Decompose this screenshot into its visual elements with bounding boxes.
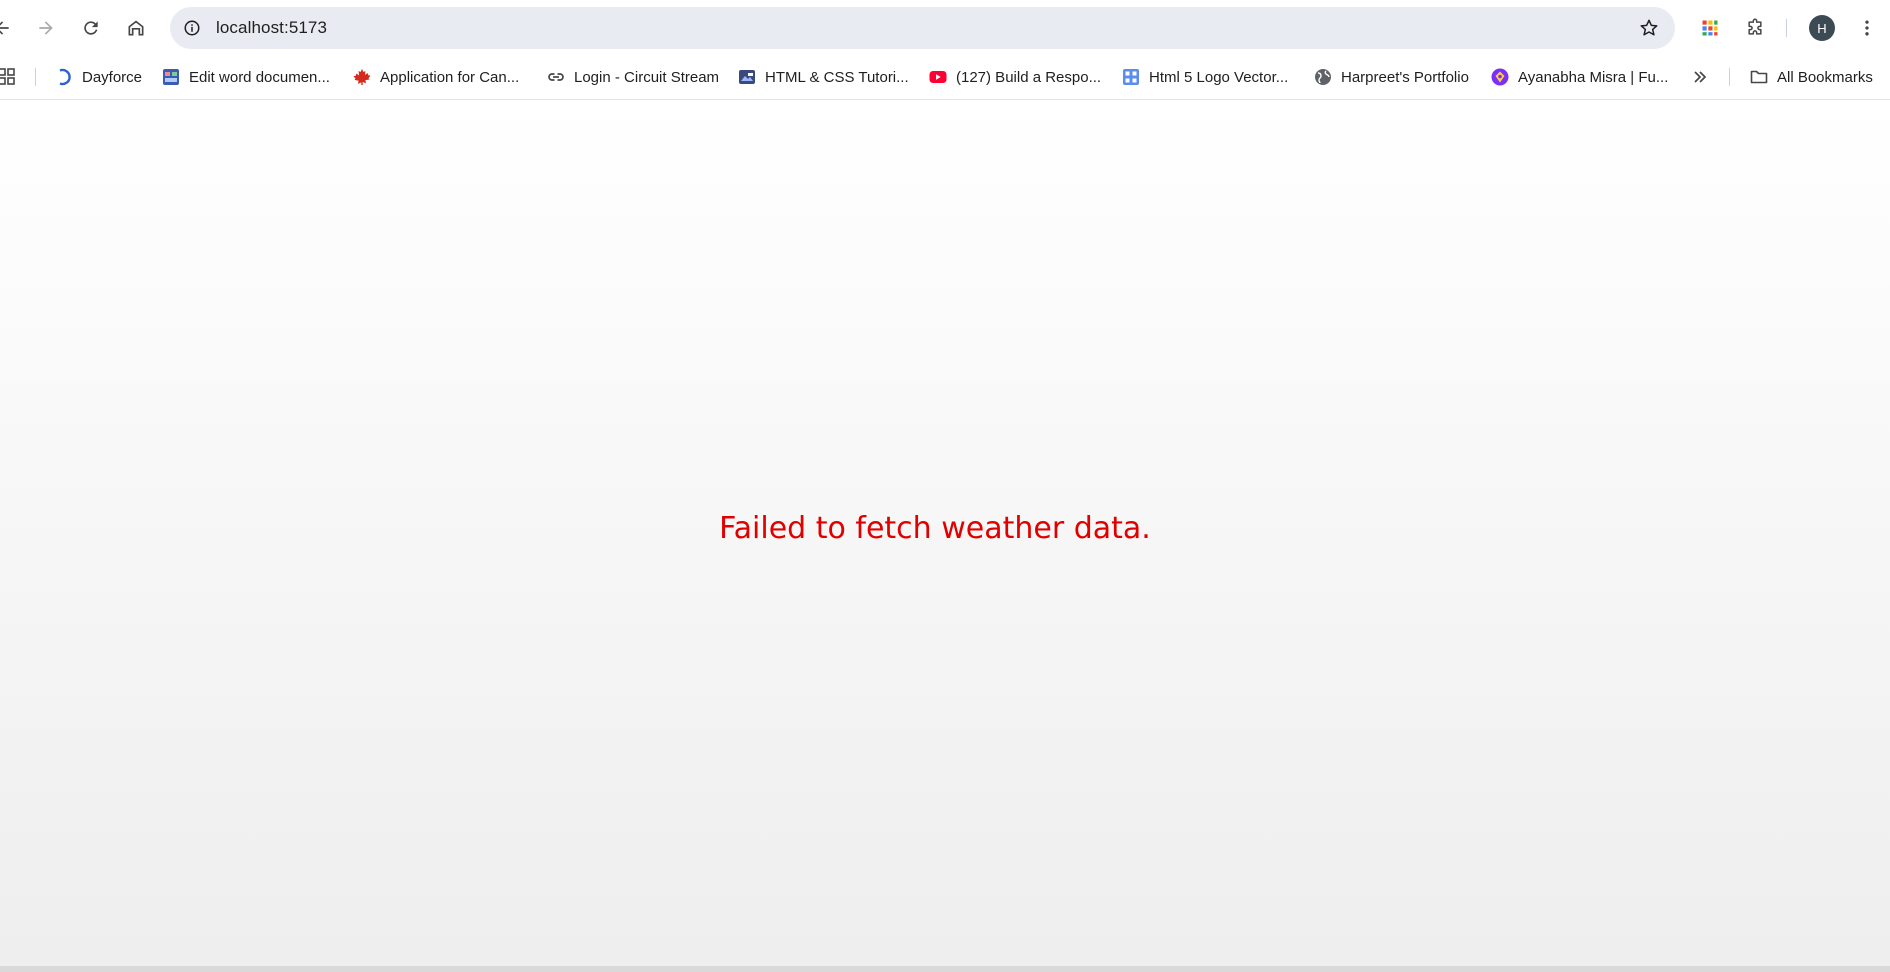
bookmark-label: Login - Circuit Stream	[574, 68, 720, 86]
bookmarks-overflow-button[interactable]	[1691, 63, 1709, 91]
browser-toolbar: localhost:5173 H	[0, 0, 1890, 55]
bookmark-youtube-build-responsive[interactable]: (127) Build a Respo...	[929, 63, 1101, 91]
colorful-grid-icon	[1702, 20, 1718, 36]
repo-icon	[1122, 68, 1140, 86]
reload-button[interactable]	[75, 12, 107, 44]
portfolio-icon	[1491, 68, 1509, 86]
bookmark-login-circuit-stream[interactable]: Login - Circuit Stream	[547, 63, 719, 91]
page-content: Failed to fetch weather data.	[0, 100, 1890, 966]
apps-grid-icon	[0, 68, 16, 86]
maple-leaf-icon	[353, 68, 371, 86]
all-bookmarks-button[interactable]: All Bookmarks	[1750, 63, 1873, 91]
google-apps-extension-button[interactable]	[1694, 12, 1726, 44]
bookmark-label: Application for Can...	[380, 68, 520, 86]
puzzle-icon	[1748, 18, 1762, 35]
url-text[interactable]: localhost:5173	[216, 18, 327, 38]
bookmarks-bar: Dayforce Edit word documen... Applicatio…	[0, 55, 1890, 100]
bookmark-edit-word-document[interactable]: Edit word documen...	[162, 63, 330, 91]
bookmark-ayanabha-misra[interactable]: Ayanabha Misra | Fu...	[1491, 63, 1668, 91]
bookmark-label: Edit word documen...	[189, 68, 330, 86]
bookmark-label: Html 5 Logo Vector...	[1149, 68, 1289, 86]
star-icon	[1640, 19, 1658, 36]
vertical-dots-icon	[1865, 20, 1869, 36]
word-editor-icon	[162, 68, 180, 86]
forward-button[interactable]	[30, 12, 62, 44]
bookmark-star-button[interactable]	[1637, 16, 1661, 40]
back-button[interactable]	[0, 12, 18, 44]
dayforce-icon	[55, 68, 73, 86]
globe-icon	[1314, 68, 1332, 86]
bookmark-label: (127) Build a Respo...	[956, 68, 1102, 86]
youtube-icon	[929, 68, 947, 86]
info-icon	[184, 20, 200, 36]
folder-icon	[1750, 68, 1768, 86]
bookmark-html-css-tutorial[interactable]: HTML & CSS Tutori...	[738, 63, 909, 91]
bookmark-harpreets-portfolio[interactable]: Harpreet's Portfolio	[1314, 63, 1469, 91]
bookmark-label: Harpreet's Portfolio	[1341, 68, 1469, 86]
site-info-button[interactable]	[176, 12, 208, 44]
error-message: Failed to fetch weather data.	[719, 511, 1151, 546]
profile-avatar[interactable]: H	[1809, 15, 1835, 41]
bookmark-label: Dayforce	[82, 68, 143, 86]
home-icon	[128, 20, 144, 36]
bookmarks-divider	[35, 68, 36, 86]
bookmark-label: Ayanabha Misra | Fu...	[1518, 68, 1669, 86]
toolbar-divider	[1786, 19, 1787, 37]
home-button[interactable]	[120, 12, 152, 44]
bookmarks-divider	[1729, 68, 1730, 86]
bookmark-application-for-canada[interactable]: Application for Can...	[353, 63, 519, 91]
extensions-button[interactable]	[1739, 12, 1771, 44]
bookmark-label: HTML & CSS Tutori...	[765, 68, 909, 86]
tutorial-icon	[738, 68, 756, 86]
bookmark-dayforce[interactable]: Dayforce	[55, 63, 142, 91]
apps-shortcut[interactable]	[0, 63, 16, 91]
browser-menu-button[interactable]	[1851, 12, 1883, 44]
double-chevron-right-icon	[1691, 68, 1709, 86]
window-bottom-edge	[0, 966, 1890, 972]
address-bar[interactable]: localhost:5173	[170, 7, 1675, 49]
reload-icon	[84, 21, 98, 35]
arrow-right-icon	[39, 21, 53, 35]
arrow-left-icon	[0, 21, 9, 35]
bookmark-html5-logo-vector[interactable]: Html 5 Logo Vector...	[1122, 63, 1288, 91]
link-icon	[547, 68, 565, 86]
all-bookmarks-label: All Bookmarks	[1777, 68, 1873, 86]
